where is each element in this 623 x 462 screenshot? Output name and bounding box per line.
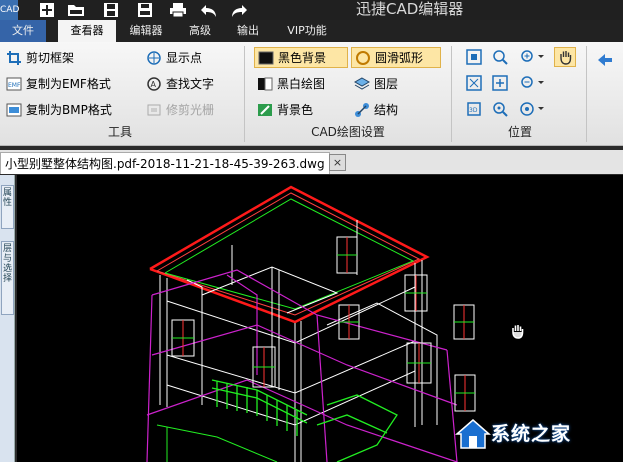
open-icon[interactable] [65, 0, 87, 20]
tab-editor[interactable]: 编辑器 [120, 20, 172, 42]
undo-icon[interactable] [198, 0, 220, 20]
title-bar: CAD 迅捷CAD编辑器 [0, 0, 623, 20]
group-divider [451, 46, 452, 142]
trim-raster-icon [147, 104, 161, 115]
orbit-icon[interactable] [518, 99, 548, 119]
svg-text:3D: 3D [469, 107, 478, 114]
group-label-tools: 工具 [107, 125, 132, 139]
background-color-button[interactable]: 背景色 [257, 99, 313, 120]
new-icon[interactable] [36, 0, 58, 20]
tab-output[interactable]: 输出 [226, 20, 270, 42]
rotate-3d-icon[interactable]: 3D [463, 99, 485, 119]
layers-button[interactable]: 图层 [354, 73, 398, 94]
fit-icon[interactable] [463, 47, 485, 67]
copy-bmp-button[interactable]: 复制为BMP格式 [6, 99, 112, 120]
ribbon-panel: 剪切框架 显示点 EMF 复制为EMF格式 A 查找文字 复制为BMP格式 修剪… [0, 42, 623, 146]
pan-hand-icon[interactable] [554, 47, 576, 67]
structure-button[interactable]: 结构 [354, 99, 398, 120]
app-logo: CAD [0, 0, 19, 20]
svg-text:EMF: EMF [8, 82, 21, 89]
tab-viewer[interactable]: 查看器 [58, 20, 116, 43]
zoom-out-icon[interactable] [518, 73, 548, 93]
background-color-icon [258, 103, 272, 116]
ribbon-tabs: 文件 查看器 编辑器 高级 输出 VIP功能 [0, 20, 623, 43]
black-white-button[interactable]: 黑白绘图 [257, 73, 325, 94]
crop-frame-icon [7, 50, 21, 65]
close-tab-icon[interactable]: × [329, 154, 346, 171]
print-icon[interactable] [167, 0, 189, 20]
group-label-position: 位置 [507, 125, 532, 139]
emf-icon: EMF [6, 77, 22, 90]
black-background-toggle[interactable]: 黑色背景 [254, 47, 348, 68]
app-title: 迅捷CAD编辑器 [356, 0, 464, 18]
crop-frame-label: 剪切框架 [26, 51, 75, 65]
save-icon[interactable] [100, 0, 122, 20]
group-divider [586, 46, 587, 142]
extents-icon[interactable] [463, 73, 485, 93]
group-label-cad-settings: CAD绘图设置 [311, 125, 385, 139]
trim-raster-button[interactable]: 修剪光栅 [146, 99, 214, 120]
properties-panel-button[interactable]: 属性 [1, 185, 14, 229]
document-tab[interactable]: 小型别墅整体结构图.pdf-2018-11-21-18-45-39-263.dw… [0, 152, 330, 174]
tab-vip[interactable]: VIP功能 [276, 20, 338, 42]
watermark-text: 系统之家 [491, 423, 572, 445]
layers-icon [354, 76, 370, 90]
group-divider [244, 46, 245, 142]
structure-label: 结构 [374, 103, 399, 117]
watermark-house-icon [455, 419, 491, 449]
smooth-arc-toggle[interactable]: 圆滑弧形 [351, 47, 441, 68]
svg-text:A: A [151, 80, 157, 89]
find-text-button[interactable]: A 查找文字 [146, 73, 214, 94]
zoom-realtime-icon[interactable] [489, 99, 511, 119]
black-background-label: 黑色背景 [278, 51, 327, 65]
document-tab-bar: 小型别墅整体结构图.pdf-2018-11-21-18-45-39-263.dw… [0, 150, 623, 174]
layers-label: 图层 [374, 77, 399, 91]
black-white-label: 黑白绘图 [277, 77, 326, 91]
structure-icon [355, 102, 369, 117]
smooth-arc-label: 圆滑弧形 [375, 51, 424, 65]
watermark: 系统之家 [453, 410, 623, 462]
show-points-label: 显示点 [166, 51, 203, 65]
save-pdf-icon[interactable] [134, 0, 156, 20]
background-color-label: 背景色 [277, 103, 314, 117]
trim-raster-label: 修剪光栅 [166, 103, 215, 117]
black-white-icon [258, 77, 273, 90]
smooth-arc-icon [356, 50, 370, 65]
find-text-icon: A [147, 76, 161, 91]
zoom-window-icon[interactable] [489, 47, 511, 67]
zoom-rect-icon[interactable] [489, 73, 511, 93]
find-text-label: 查找文字 [166, 77, 215, 91]
copy-emf-button[interactable]: EMF 复制为EMF格式 [6, 73, 111, 94]
tab-advanced[interactable]: 高级 [178, 20, 222, 42]
redo-icon[interactable] [228, 0, 250, 20]
show-points-icon [147, 50, 161, 65]
side-panel: 属性 层与选择 [0, 175, 15, 462]
crop-frame-button[interactable]: 剪切框架 [6, 47, 74, 68]
tab-file[interactable]: 文件 [0, 20, 46, 42]
show-points-button[interactable]: 显示点 [146, 47, 202, 68]
black-background-icon [258, 51, 274, 64]
copy-emf-label: 复制为EMF格式 [26, 77, 111, 91]
hand-cursor-icon [512, 325, 524, 339]
layers-selection-panel-button[interactable]: 层与选择 [1, 241, 14, 315]
copy-bmp-label: 复制为BMP格式 [26, 103, 112, 117]
bmp-icon [6, 103, 22, 116]
back-arrow-icon[interactable] [594, 50, 616, 70]
roof-outline [149, 185, 430, 324]
zoom-in-icon[interactable] [518, 47, 548, 67]
